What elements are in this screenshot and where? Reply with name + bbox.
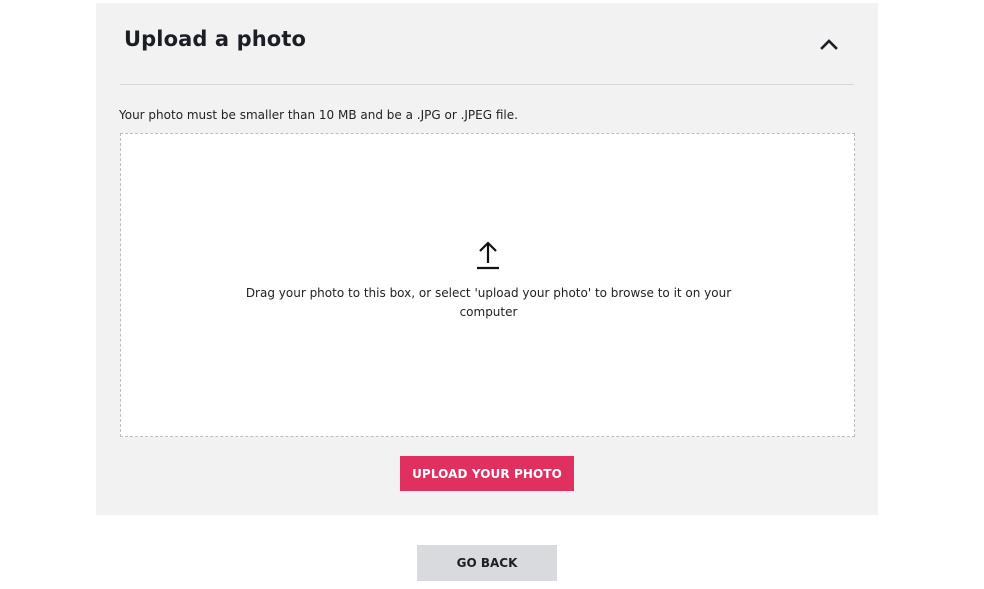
upload-photo-panel: Upload a photo Your photo must be smalle… [96, 3, 878, 515]
panel-header: Upload a photo [124, 3, 850, 85]
upload-arrow-icon [477, 241, 499, 270]
go-back-button[interactable]: GO BACK [417, 545, 557, 581]
upload-photo-button[interactable]: UPLOAD YOUR PHOTO [400, 456, 574, 491]
panel-title: Upload a photo [124, 27, 306, 51]
file-requirements-text: Your photo must be smaller than 10 MB an… [119, 108, 518, 122]
header-divider [120, 84, 854, 85]
photo-dropzone[interactable]: Drag your photo to this box, or select '… [120, 133, 855, 437]
chevron-up-icon [820, 39, 838, 50]
collapse-toggle-button[interactable] [814, 29, 844, 59]
dropzone-instructions: Drag your photo to this box, or select '… [245, 286, 732, 319]
